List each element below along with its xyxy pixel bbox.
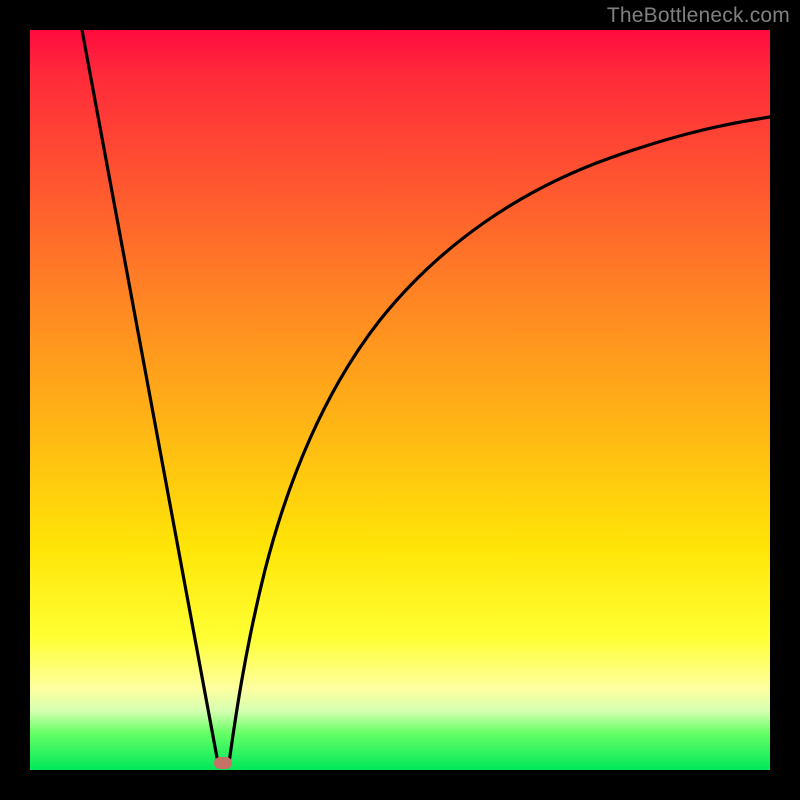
plot-area [30,30,770,770]
watermark-text: TheBottleneck.com [607,4,790,28]
chart-frame: TheBottleneck.com [0,0,800,800]
bottleneck-curve [30,30,770,770]
minimum-marker [214,757,232,769]
curve-right-branch [229,117,770,763]
curve-left-branch [82,30,218,763]
